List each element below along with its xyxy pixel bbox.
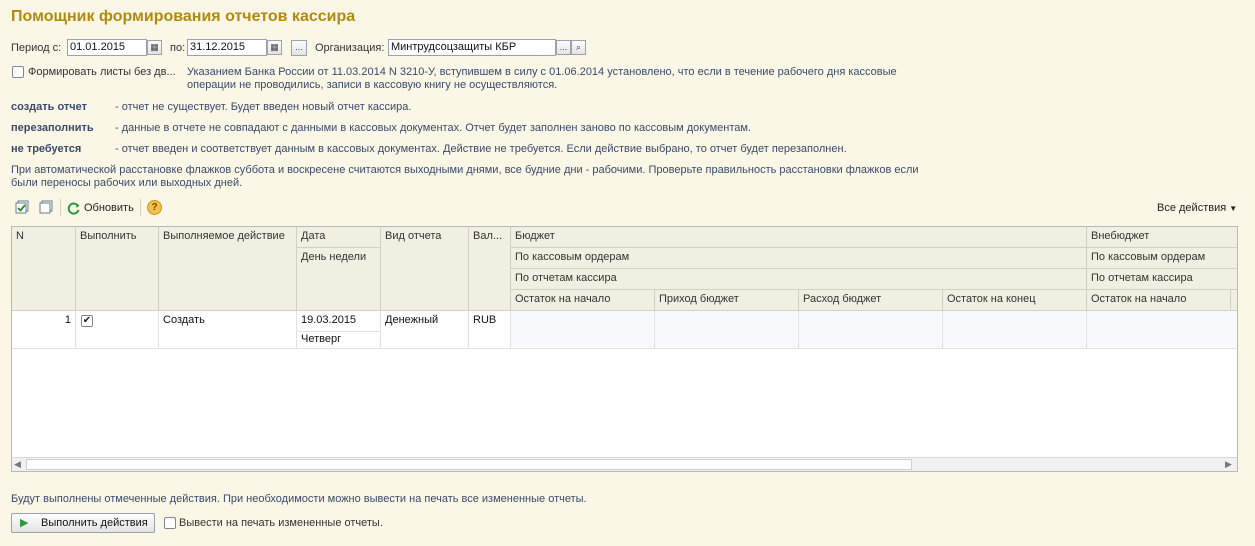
help-icon[interactable]: ? (147, 200, 162, 215)
table-row-income-budget (655, 311, 799, 349)
period-select-button[interactable]: ... (291, 40, 307, 56)
table-row-end-balance (943, 311, 1087, 349)
weekend-note-line1: При автоматической расстановке флажков с… (11, 164, 919, 176)
chevron-down-icon: ▼ (1229, 204, 1238, 213)
col-header-offbudget-reports[interactable]: По отчетам кассира (1087, 269, 1237, 290)
weekend-option-label[interactable]: Формировать листы без дв... (28, 66, 176, 78)
legend-key-refill: перезаполнить (11, 122, 94, 134)
table-row-expense-budget (799, 311, 943, 349)
legend-text-create: - отчет не существует. Будет введен новы… (115, 101, 412, 113)
col-header-budget[interactable]: Бюджет (511, 227, 1087, 248)
calendar-icon[interactable]: ▦ (267, 40, 282, 55)
weekend-note-line2: были переносы рабочих или выходных дней. (11, 177, 243, 189)
col-header-budget-reports[interactable]: По отчетам кассира (511, 269, 1087, 290)
col-header-date[interactable]: Дата (297, 227, 381, 248)
period-to-label: по: (170, 42, 186, 54)
col-header-income-budget[interactable]: Приход бюджет (655, 290, 799, 311)
col-header-start-balance[interactable]: Остаток на начало (511, 290, 655, 311)
footer-note: Будут выполнены отмеченные действия. При… (11, 493, 587, 505)
col-header-truncated (1231, 290, 1237, 311)
table-row-start-balance (511, 311, 655, 349)
table-row-currency: RUB (469, 311, 511, 349)
calendar-icon[interactable]: ▦ (147, 40, 162, 55)
search-icon[interactable]: ⌕ (571, 40, 586, 55)
table-row-offbudget-start-balance (1087, 311, 1237, 349)
refresh-icon[interactable] (67, 201, 81, 215)
col-header-budget-orders[interactable]: По кассовым ордерам (511, 248, 1087, 269)
all-actions-label: Все действия (1157, 202, 1227, 214)
weekend-checkbox[interactable] (12, 66, 24, 78)
page-title: Помощник формирования отчетов кассира (11, 8, 356, 25)
all-actions-menu[interactable]: Все действия ▼ (1157, 202, 1237, 214)
toolbar-divider (140, 199, 141, 216)
org-field[interactable]: Минтрудсоцзащиты КБР (388, 39, 556, 56)
scroll-left-icon[interactable]: ◀ (14, 459, 21, 470)
legend-key-not-required: не требуется (11, 143, 82, 155)
play-icon: ▶ (20, 517, 29, 529)
toolbar-divider (60, 199, 61, 216)
period-to-field[interactable]: 31.12.2015 (187, 39, 267, 56)
col-header-currency[interactable]: Вал... (469, 227, 511, 311)
execute-actions-button[interactable]: ▶ Выполнить действия (11, 513, 155, 533)
col-header-expense-budget[interactable]: Расход бюджет (799, 290, 943, 311)
print-changed-checkbox[interactable] (164, 517, 176, 529)
col-header-n[interactable]: N (12, 227, 76, 311)
table-row-report-type: Денежный (381, 311, 469, 349)
execute-actions-label: Выполнить действия (41, 517, 148, 529)
table-row-n: 1 (12, 311, 76, 349)
check-all-icon[interactable] (15, 200, 30, 215)
legend-key-create: создать отчет (11, 101, 88, 113)
period-from-field[interactable]: 01.01.2015 (67, 39, 147, 56)
actions-table[interactable]: N Выполнить Выполняемое действие Дата Де… (11, 226, 1238, 472)
org-label: Организация: (315, 42, 385, 54)
print-changed-label[interactable]: Вывести на печать измененные отчеты. (179, 517, 383, 529)
bank-note-line2: операции не проводились, записи в кассов… (187, 79, 558, 91)
uncheck-all-icon[interactable] (39, 200, 54, 215)
legend-text-refill: - данные в отчете не совпадают с данными… (115, 122, 751, 134)
scroll-right-icon[interactable]: ▶ (1225, 459, 1232, 470)
col-header-offbudget[interactable]: Внебюджет (1087, 227, 1237, 248)
table-row-weekday: Четверг (297, 332, 381, 349)
table-row-execute-cell: ✔ (76, 311, 159, 349)
table-row-date: 19.03.2015 (297, 311, 381, 332)
period-from-label: Период с: (11, 42, 62, 54)
col-header-report-type[interactable]: Вид отчета (381, 227, 469, 311)
table-row-action[interactable]: Создать (159, 311, 297, 349)
col-header-weekday[interactable]: День недели (297, 248, 381, 311)
legend-text-not-required: - отчет введен и соответствует данным в … (115, 143, 847, 155)
col-header-offbudget-orders[interactable]: По кассовым ордерам (1087, 248, 1237, 269)
table-row-execute-checkbox[interactable]: ✔ (81, 315, 93, 327)
bank-note-line1: Указанием Банка России от 11.03.2014 N 3… (187, 66, 897, 78)
refresh-button[interactable]: Обновить (84, 202, 134, 214)
col-header-action[interactable]: Выполняемое действие (159, 227, 297, 311)
scrollbar-thumb[interactable] (26, 459, 912, 470)
org-select-button[interactable]: ... (556, 40, 571, 55)
col-header-end-balance[interactable]: Остаток на конец (943, 290, 1087, 311)
horizontal-scrollbar[interactable]: ◀ ▶ (12, 457, 1237, 471)
col-header-offbudget-start-balance[interactable]: Остаток на начало (1087, 290, 1231, 311)
col-header-execute[interactable]: Выполнить (76, 227, 159, 311)
